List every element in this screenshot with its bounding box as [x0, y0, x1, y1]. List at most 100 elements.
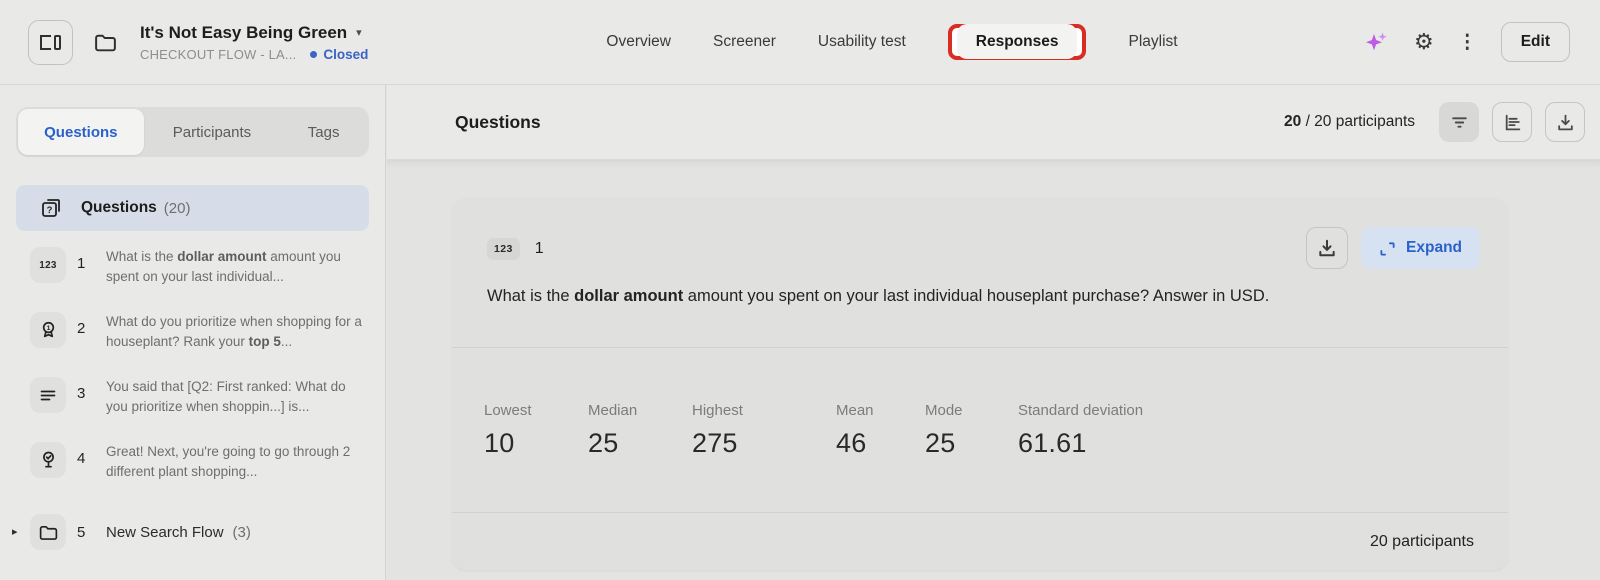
ai-sparkles-button[interactable] [1364, 29, 1390, 55]
folder-name: New Search Flow [106, 524, 224, 541]
main-header: Questions 20 / 20 participants [387, 85, 1600, 160]
expand-button[interactable]: Expand [1361, 227, 1480, 269]
page-title: Questions [455, 112, 541, 133]
question-number: 5 [77, 524, 95, 541]
question-preview: What is the dollar amount amount you spe… [106, 247, 364, 287]
folder-count: (3) [233, 524, 251, 541]
sidebar-segmented-control: Questions Participants Tags [16, 107, 369, 157]
settings-button[interactable]: ⚙ [1414, 31, 1434, 53]
stat-label: Median [588, 402, 692, 419]
card-actions: Expand [1306, 227, 1480, 269]
chart-view-button[interactable] [1492, 102, 1532, 142]
main-header-actions: 20 / 20 participants [1284, 102, 1585, 142]
stat-mean: Mean 46 [836, 402, 925, 459]
gear-icon: ⚙ [1414, 31, 1434, 53]
open-text-question-icon [30, 377, 66, 413]
tab-screener[interactable]: Screener [713, 33, 776, 51]
stat-median: Median 25 [588, 402, 692, 459]
question-text-pre: What is the [487, 287, 574, 305]
milestone-message-icon [30, 442, 66, 478]
expand-icon [1379, 240, 1396, 257]
tab-overview[interactable]: Overview [606, 33, 671, 51]
question-text-pre: Great! Next, you're going to go through … [106, 444, 350, 479]
download-icon [1317, 238, 1337, 258]
stat-label: Highest [692, 402, 836, 419]
question-text-pre: What is the [106, 249, 177, 264]
questions-stack-icon: ? [39, 196, 63, 220]
folder-icon[interactable] [93, 30, 118, 55]
question-text-bold: dollar amount [574, 287, 683, 305]
topbar-left: It's Not Easy Being Green ▾ CHECKOUT FLO… [0, 20, 420, 65]
svg-text:1: 1 [46, 325, 50, 332]
sidebar-questions-header[interactable]: ? Questions (20) [16, 185, 369, 231]
question-number: 2 [77, 312, 95, 337]
question-preview: You said that [Q2: First ranked: What do… [106, 377, 364, 417]
status-badge: Closed [310, 47, 368, 62]
sidebar-tab-questions[interactable]: Questions [18, 109, 144, 155]
kebab-menu-icon: ⋮ [1458, 33, 1477, 52]
folder-group-icon [30, 514, 66, 550]
question-number: 3 [77, 377, 95, 402]
project-title-row[interactable]: It's Not Easy Being Green ▾ [140, 23, 368, 43]
tab-responses[interactable]: Responses [957, 24, 1078, 59]
toggle-sidebar-button[interactable] [28, 20, 73, 65]
caret-right-icon[interactable]: ▸ [12, 525, 18, 538]
project-title-block: It's Not Easy Being Green ▾ CHECKOUT FLO… [140, 23, 368, 62]
stat-mode: Mode 25 [925, 402, 1018, 459]
card-header: 123 1 [452, 198, 1508, 347]
card-download-button[interactable] [1306, 227, 1348, 269]
stat-value: 10 [484, 428, 588, 459]
status-dot-icon [310, 51, 317, 58]
sidebar-questions-count: (20) [164, 200, 191, 217]
card-participants-count: 20 participants [1370, 533, 1474, 551]
participants-count: 20 / 20 participants [1284, 113, 1415, 131]
filter-button[interactable] [1439, 102, 1479, 142]
question-item-2[interactable]: 1 2 What do you prioritize when shopping… [0, 309, 385, 374]
ranking-question-icon: 1 [30, 312, 66, 348]
question-item-3[interactable]: 3 You said that [Q2: First ranked: What … [0, 374, 385, 439]
project-subtitle: CHECKOUT FLOW - LA... [140, 47, 296, 62]
question-number: 1 [77, 247, 95, 272]
tab-usability-test[interactable]: Usability test [818, 33, 906, 51]
question-text-pre: You said that [Q2: First ranked: What do… [106, 379, 346, 414]
card-question-number: 1 [535, 240, 544, 258]
stat-label: Lowest [484, 402, 588, 419]
main-content: 123 1 [387, 160, 1600, 580]
question-item-4[interactable]: 4 Great! Next, you're going to go throug… [0, 439, 385, 504]
stat-label: Mean [836, 402, 925, 419]
stat-value: 46 [836, 428, 925, 459]
stat-value: 61.61 [1018, 428, 1143, 459]
question-text-pre: What do you prioritize when shopping for… [106, 314, 362, 349]
question-text-bold: top 5 [249, 334, 281, 349]
stat-value: 25 [925, 428, 1018, 459]
question-text: What is the dollar amount amount you spe… [487, 287, 1480, 306]
stat-standard-deviation: Standard deviation 61.61 [1018, 402, 1143, 459]
badge-123-label: 123 [39, 260, 57, 271]
more-options-button[interactable]: ⋮ [1458, 33, 1477, 52]
sparkles-icon [1364, 29, 1390, 55]
edit-button[interactable]: Edit [1501, 22, 1570, 62]
annotation-highlight-box: Responses [948, 24, 1087, 60]
sidebar-tab-tags[interactable]: Tags [278, 107, 369, 157]
question-preview: Great! Next, you're going to go through … [106, 442, 364, 482]
svg-text:?: ? [47, 205, 53, 216]
participants-responded: 20 [1284, 113, 1301, 130]
sidebar-tab-participants[interactable]: Participants [146, 107, 279, 157]
folder-label: New Search Flow (3) [106, 524, 251, 541]
participants-total: / 20 participants [1301, 113, 1415, 130]
chevron-down-icon[interactable]: ▾ [356, 26, 362, 39]
question-result-card: 123 1 [452, 198, 1508, 570]
stat-label: Mode [925, 402, 1018, 419]
download-results-button[interactable] [1545, 102, 1585, 142]
tab-playlist[interactable]: Playlist [1128, 33, 1177, 51]
expand-label: Expand [1406, 239, 1462, 257]
stats-row: Lowest 10 Median 25 Highest 275 Mean 46 [452, 347, 1508, 512]
stat-highest: Highest 275 [692, 402, 836, 459]
project-subtitle-row: CHECKOUT FLOW - LA... Closed [140, 47, 368, 62]
topbar: It's Not Easy Being Green ▾ CHECKOUT FLO… [0, 0, 1600, 85]
question-item-5-folder[interactable]: ▸ 5 New Search Flow (3) [0, 504, 385, 560]
question-item-1[interactable]: 123 1 What is the dollar amount amount y… [0, 244, 385, 309]
number-type-badge: 123 [487, 238, 520, 260]
download-icon [1556, 113, 1575, 132]
question-text-bold: dollar amount [177, 249, 266, 264]
